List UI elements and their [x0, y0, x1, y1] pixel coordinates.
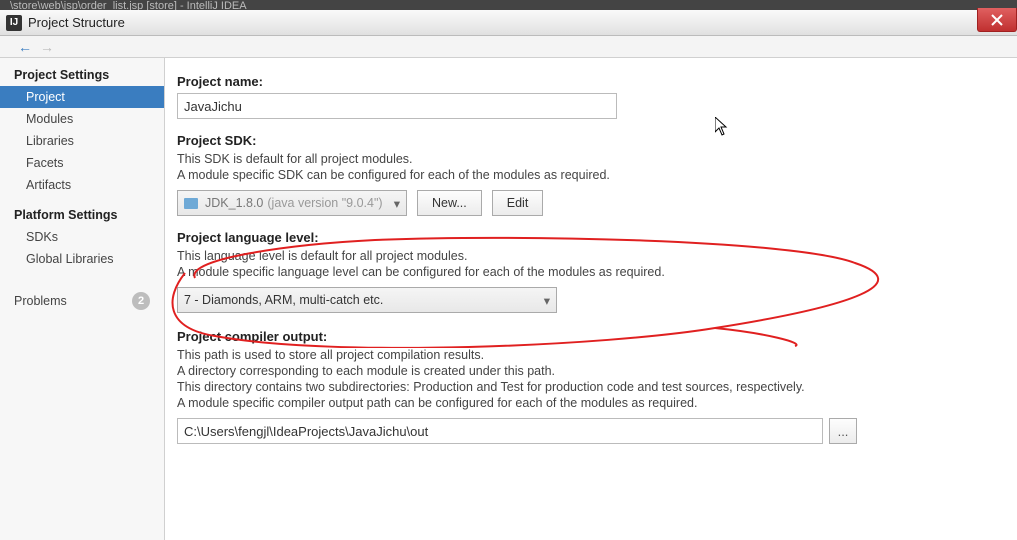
sdk-desc-1: This SDK is default for all project modu… [177, 152, 999, 166]
sidebar-item-facets[interactable]: Facets [0, 152, 164, 174]
sidebar-item-global-libraries[interactable]: Global Libraries [0, 248, 164, 270]
project-name-input[interactable] [177, 93, 617, 119]
window-title: Project Structure [28, 15, 125, 30]
lang-selected: 7 - Diamonds, ARM, multi-catch etc. [184, 293, 383, 307]
sdk-new-button[interactable]: New... [417, 190, 482, 216]
chevron-down-icon: ▾ [394, 196, 400, 211]
forward-icon[interactable]: → [40, 39, 54, 55]
compiler-output-label: Project compiler output: [177, 329, 999, 344]
main-panel: Project name: Project SDK: This SDK is d… [165, 58, 1017, 540]
group-header-project-settings: Project Settings [0, 64, 164, 86]
intellij-icon: IJ [6, 15, 22, 31]
project-name-label: Project name: [177, 74, 999, 89]
out-desc-4: A module specific compiler output path c… [177, 396, 999, 410]
lang-desc-2: A module specific language level can be … [177, 265, 999, 279]
mouse-cursor-icon [715, 117, 731, 142]
language-level-combo[interactable]: 7 - Diamonds, ARM, multi-catch etc. ▾ [177, 287, 557, 313]
out-desc-2: A directory corresponding to each module… [177, 364, 999, 378]
navigation-toolbar: ← → [0, 36, 1017, 58]
close-button[interactable] [977, 8, 1017, 32]
sidebar-item-project[interactable]: Project [0, 86, 164, 108]
sidebar: Project Settings Project Modules Librari… [0, 58, 165, 540]
project-sdk-combo[interactable]: JDK_1.8.0 (java version "9.0.4") ▾ [177, 190, 407, 216]
background-tab: \store\web\jsp\order_list.jsp [store] - … [0, 0, 1017, 10]
back-icon[interactable]: ← [18, 39, 32, 55]
lang-desc-1: This language level is default for all p… [177, 249, 999, 263]
sidebar-item-problems[interactable]: Problems 2 [0, 288, 164, 314]
problems-badge: 2 [132, 292, 150, 310]
sdk-hint: (java version "9.0.4") [267, 196, 382, 210]
titlebar: IJ Project Structure [0, 10, 1017, 36]
sidebar-item-artifacts[interactable]: Artifacts [0, 174, 164, 196]
group-header-platform-settings: Platform Settings [0, 204, 164, 226]
sidebar-item-libraries[interactable]: Libraries [0, 130, 164, 152]
sidebar-item-sdks[interactable]: SDKs [0, 226, 164, 248]
sdk-edit-button[interactable]: Edit [492, 190, 544, 216]
sdk-desc-2: A module specific SDK can be configured … [177, 168, 999, 182]
project-sdk-label: Project SDK: [177, 133, 999, 148]
browse-button[interactable]: ... [829, 418, 857, 444]
chevron-down-icon: ▾ [544, 293, 550, 308]
folder-icon [184, 198, 198, 209]
problems-label: Problems [14, 294, 67, 308]
out-desc-3: This directory contains two subdirectori… [177, 380, 999, 394]
compiler-output-input[interactable] [177, 418, 823, 444]
sdk-selected: JDK_1.8.0 [205, 196, 263, 210]
out-desc-1: This path is used to store all project c… [177, 348, 999, 362]
sidebar-item-modules[interactable]: Modules [0, 108, 164, 130]
language-level-label: Project language level: [177, 230, 999, 245]
